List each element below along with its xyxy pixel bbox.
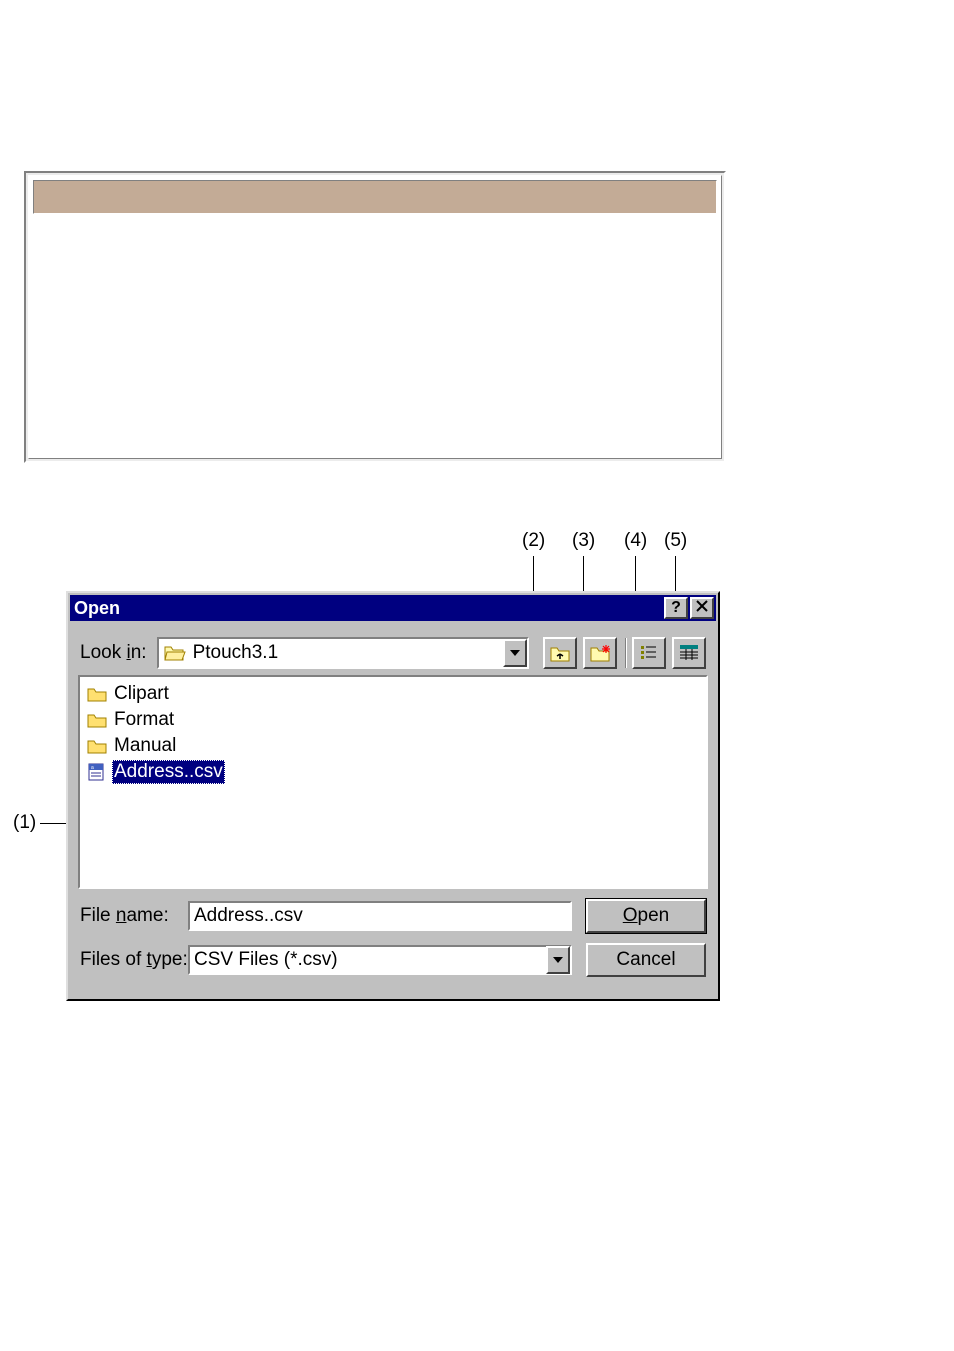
file-name-input[interactable] <box>188 901 572 931</box>
callout-4-line <box>635 556 636 596</box>
file-type-dropdown-arrow[interactable] <box>546 946 570 974</box>
file-type-value: CSV Files (*.csv) <box>194 949 546 971</box>
list-item[interactable]: a Address..csv <box>86 759 225 785</box>
folder-icon <box>86 736 108 756</box>
close-button[interactable] <box>690 597 714 619</box>
folder-open-icon <box>163 643 187 663</box>
callout-2: (2) <box>522 530 545 552</box>
list-item-label: Clipart <box>112 682 171 706</box>
list-item-label: Address..csv <box>112 760 225 784</box>
chevron-down-icon <box>510 650 520 656</box>
list-item[interactable]: Manual <box>86 733 178 759</box>
file-type-combo[interactable]: CSV Files (*.csv) <box>188 945 572 975</box>
look-in-label: Look in: <box>80 642 147 664</box>
callout-4: (4) <box>624 530 647 552</box>
callout-5: (5) <box>664 530 687 552</box>
list-view-button[interactable] <box>632 637 666 669</box>
file-type-row: Files of type: CSV Files (*.csv) Cancel <box>80 943 706 977</box>
new-folder-button[interactable] <box>583 637 617 669</box>
list-icon <box>640 645 658 661</box>
open-dialog: Open ? Look in: Ptouch3.1 <box>66 591 720 1001</box>
list-item-label: Manual <box>112 734 178 758</box>
look-in-dropdown-arrow[interactable] <box>503 639 527 667</box>
look-in-value: Ptouch3.1 <box>193 642 503 664</box>
callout-3: (3) <box>572 530 595 552</box>
callout-1: (1) <box>13 812 36 834</box>
list-item[interactable]: Format <box>86 707 176 733</box>
toolbar-separator <box>625 638 626 668</box>
open-button[interactable]: Open <box>586 899 706 933</box>
look-in-row: Look in: Ptouch3.1 <box>80 635 706 671</box>
details-icon <box>680 645 698 661</box>
callout-2-line <box>533 556 534 596</box>
titlebar[interactable]: Open ? <box>70 595 716 621</box>
list-item[interactable]: Clipart <box>86 681 171 707</box>
dialog-title: Open <box>74 598 664 619</box>
help-button[interactable]: ? <box>664 597 688 619</box>
folder-icon <box>86 710 108 730</box>
look-in-combo[interactable]: Ptouch3.1 <box>157 637 529 669</box>
callout-3-line <box>583 556 584 596</box>
list-item-label: Format <box>112 708 176 732</box>
svg-text:a: a <box>91 765 94 771</box>
up-one-level-button[interactable] <box>543 637 577 669</box>
chevron-down-icon <box>553 957 563 963</box>
folder-up-icon <box>549 643 571 663</box>
file-list[interactable]: Clipart Format Manual a <box>78 675 708 889</box>
upper-panel <box>24 171 726 463</box>
file-name-row: File name: Open <box>80 899 706 933</box>
folder-new-icon <box>589 643 611 663</box>
file-type-label: Files of type: <box>80 949 188 971</box>
csv-file-icon: a <box>86 762 108 782</box>
upper-panel-inner <box>28 175 722 459</box>
upper-panel-header <box>33 180 717 214</box>
question-icon: ? <box>671 600 681 616</box>
callout-5-line <box>675 556 676 596</box>
cancel-button[interactable]: Cancel <box>586 943 706 977</box>
details-view-button[interactable] <box>672 637 706 669</box>
close-icon <box>696 600 708 616</box>
file-name-label: File name: <box>80 905 188 927</box>
folder-icon <box>86 684 108 704</box>
